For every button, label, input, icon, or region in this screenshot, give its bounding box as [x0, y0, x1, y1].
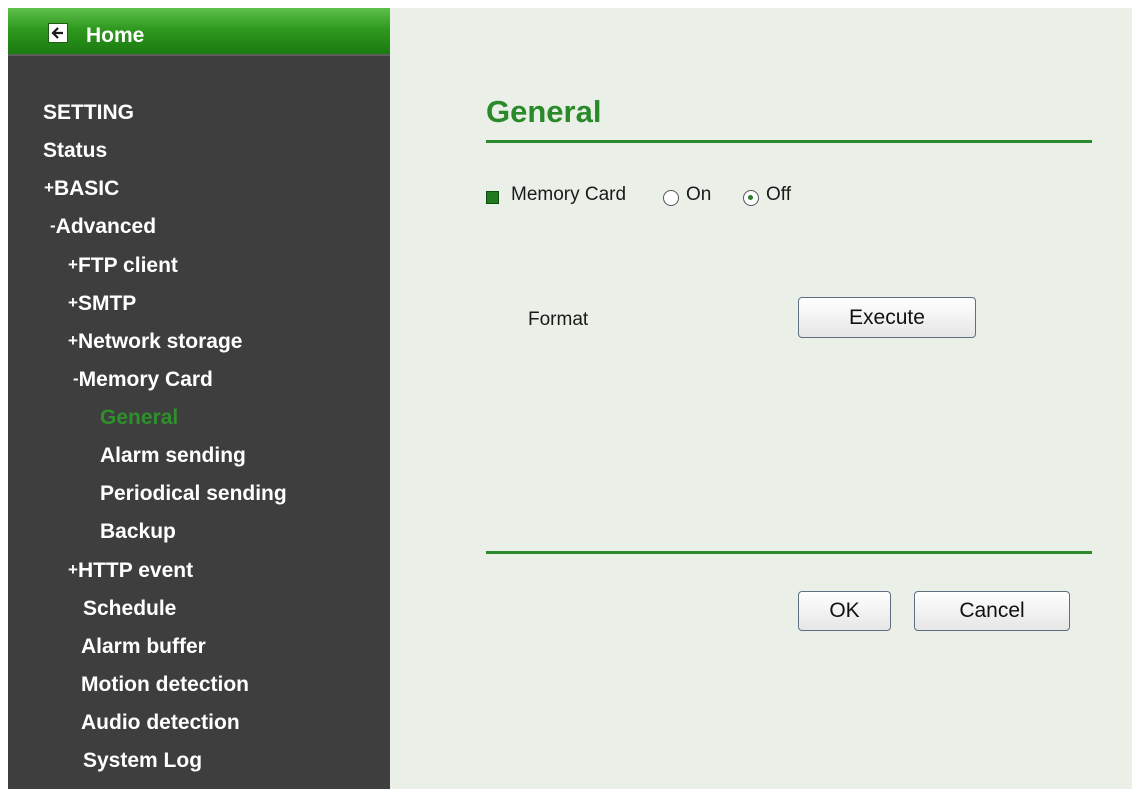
expand-icon[interactable]: +: [68, 331, 78, 351]
memory-card-on-label: On: [686, 184, 712, 205]
footer-divider: [486, 551, 1092, 554]
ok-button[interactable]: OK: [798, 591, 891, 631]
memory-card-label: Memory Card: [511, 184, 627, 205]
expand-icon[interactable]: +: [68, 293, 78, 313]
sidebar-item-label: FTP client: [77, 254, 178, 277]
green-square-bullet-icon: [486, 191, 499, 204]
page-title: General: [486, 94, 602, 129]
sidebar-item-label: System Log: [83, 749, 203, 772]
sidebar-item-schedule[interactable]: Schedule: [83, 597, 176, 621]
sidebar-item-smtp[interactable]: +SMTP: [68, 292, 136, 316]
sidebar-item-label: Network storage: [77, 330, 243, 353]
sidebar-item-label: Memory Card: [78, 368, 213, 391]
sidebar-item-alarm-sending[interactable]: Alarm sending: [100, 444, 246, 468]
sidebar-item-label: Status: [43, 139, 108, 162]
sidebar-item-basic[interactable]: +BASIC: [44, 177, 119, 201]
sidebar-item-label: SMTP: [77, 292, 137, 315]
radio-selected-dot: [748, 195, 753, 200]
format-label: Format: [528, 309, 589, 330]
sidebar-item-label: Alarm sending: [100, 444, 246, 467]
sidebar-item-label: Backup: [100, 520, 176, 543]
sidebar-item-advanced[interactable]: -Advanced: [50, 215, 156, 239]
sidebar-item-general[interactable]: General: [100, 406, 178, 430]
sidebar-item-label: HTTP event: [77, 559, 194, 582]
sidebar-item-memory-card[interactable]: -Memory Card: [73, 368, 213, 392]
sidebar-item-setting: SETTING: [43, 101, 134, 125]
sidebar-item-label: Advanced: [55, 215, 157, 238]
expand-icon[interactable]: +: [68, 560, 78, 580]
expand-icon[interactable]: +: [44, 178, 54, 198]
sidebar-item-label: General: [100, 406, 179, 429]
sidebar-item-label: Alarm buffer: [81, 635, 206, 658]
sidebar-item-audio-detection[interactable]: Audio detection: [81, 711, 240, 735]
back-arrow-icon[interactable]: [48, 23, 68, 43]
sidebar-item-periodical-sending[interactable]: Periodical sending: [100, 482, 287, 506]
sidebar-item-network-storage[interactable]: +Network storage: [68, 330, 242, 354]
sidebar-item-status[interactable]: Status: [43, 139, 107, 163]
home-bar[interactable]: Home: [8, 8, 390, 56]
sidebar-item-alarm-buffer[interactable]: Alarm buffer: [81, 635, 206, 659]
title-divider: [486, 140, 1092, 143]
sidebar-item-label: BASIC: [53, 177, 120, 200]
sidebar-item-label: Schedule: [83, 597, 177, 620]
sidebar-item-label: Motion detection: [81, 673, 249, 696]
sidebar-item-label: Audio detection: [81, 711, 240, 734]
sidebar-item-label: Periodical sending: [100, 482, 287, 505]
memory-card-on-radio[interactable]: [663, 190, 679, 206]
sidebar-item-ftp-client[interactable]: +FTP client: [68, 254, 178, 278]
sidebar-item-http-event[interactable]: +HTTP event: [68, 559, 193, 583]
sidebar-item-backup[interactable]: Backup: [100, 520, 176, 544]
memory-card-off-radio[interactable]: [743, 190, 759, 206]
sidebar: Home SETTING Status +BASIC -Advanced +FT…: [8, 8, 390, 789]
cancel-button[interactable]: Cancel: [914, 591, 1070, 631]
memory-card-off-label: Off: [766, 184, 791, 205]
sidebar-item-motion-detection[interactable]: Motion detection: [81, 673, 249, 697]
main-panel: General Memory Card On Off Format Execut…: [390, 8, 1132, 789]
sidebar-item-label: SETTING: [43, 101, 135, 124]
home-label[interactable]: Home: [86, 24, 144, 48]
expand-icon[interactable]: +: [68, 255, 78, 275]
execute-button[interactable]: Execute: [798, 297, 976, 338]
sidebar-item-system-log[interactable]: System Log: [83, 749, 202, 773]
